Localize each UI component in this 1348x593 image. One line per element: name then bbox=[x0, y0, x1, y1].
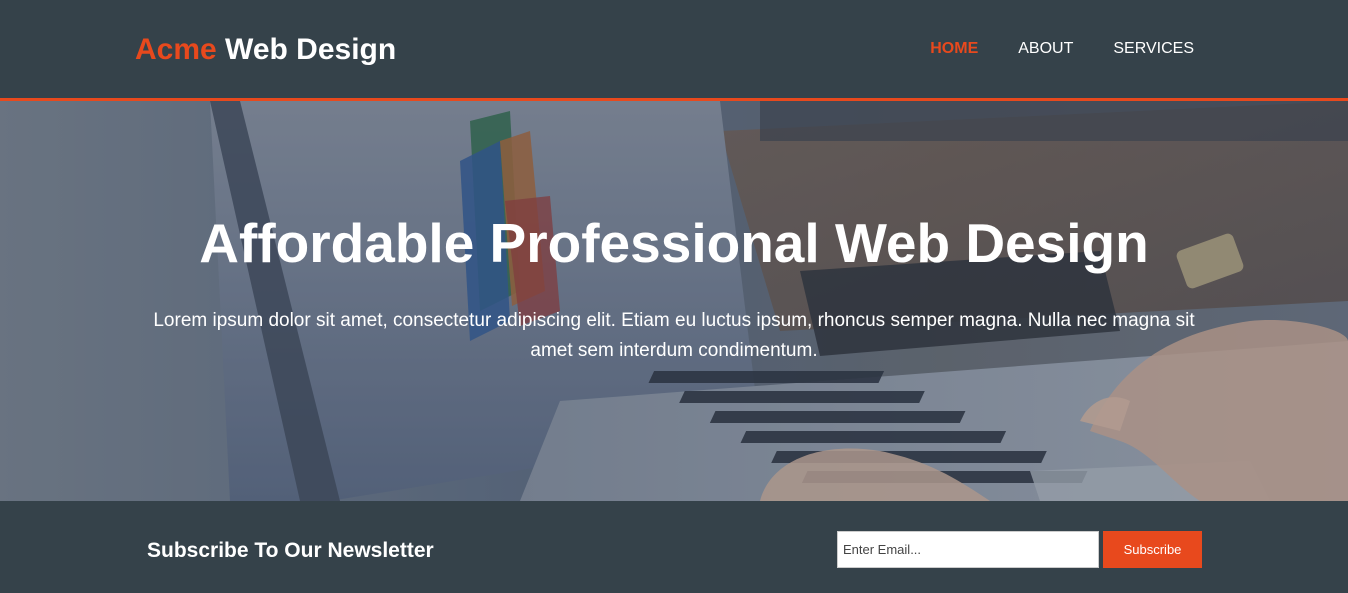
brand-accent-text: Acme bbox=[135, 33, 217, 66]
main-nav: HOME ABOUT SERVICES bbox=[890, 40, 1194, 58]
email-input[interactable] bbox=[837, 531, 1099, 568]
newsletter-form: Subscribe bbox=[837, 531, 1202, 568]
hero-text: Lorem ipsum dolor sit amet, consectetur … bbox=[153, 310, 1195, 361]
brand-rest-text: Web Design bbox=[216, 33, 397, 66]
newsletter-heading: Subscribe To Our Newsletter bbox=[147, 539, 434, 562]
hero-showcase: Affordable Professional Web Design Lorem… bbox=[0, 101, 1348, 501]
nav-item-about[interactable]: ABOUT bbox=[1018, 40, 1073, 58]
nav-item-services[interactable]: SERVICES bbox=[1113, 40, 1194, 58]
hero-overlay bbox=[0, 101, 1348, 501]
site-logo[interactable]: Acme Web Design bbox=[135, 33, 396, 67]
nav-item-home[interactable]: HOME bbox=[930, 40, 978, 58]
hero-title: Affordable Professional Web Design bbox=[199, 212, 1149, 274]
subscribe-button[interactable]: Subscribe bbox=[1103, 531, 1202, 568]
newsletter-section: Subscribe To Our Newsletter Subscribe bbox=[0, 501, 1348, 593]
site-header: Acme Web Design HOME ABOUT SERVICES bbox=[0, 0, 1348, 101]
